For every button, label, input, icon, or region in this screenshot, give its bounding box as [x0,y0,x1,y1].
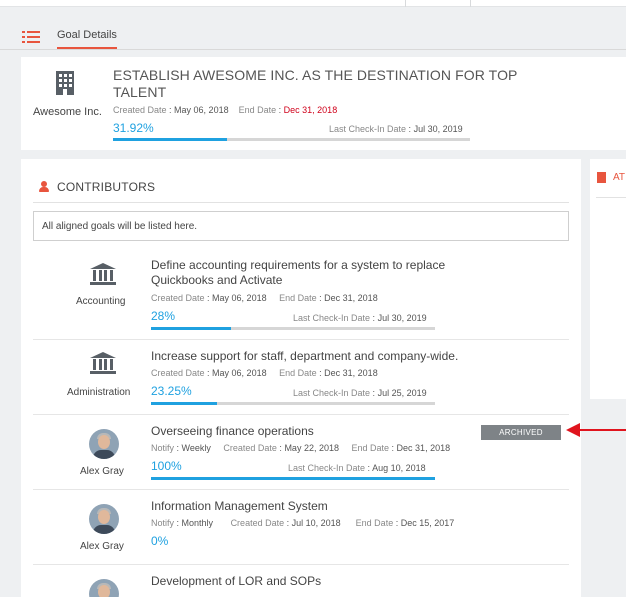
contributor-goal-title[interactable]: Information Management System [151,499,481,514]
top-strip [0,0,626,7]
contributor-progress-fill [151,402,218,405]
person-icon [39,181,49,192]
contributor-progress-percent: 0% [151,534,169,548]
contributor-progress-bar [151,327,435,330]
goal-dates: Created Date : May 06, 2018 End Date : D… [113,105,338,115]
contributor-dates: Notify : Weekly Created Date : May 22, 2… [151,443,451,453]
contributors-header: CONTRIBUTORS [33,179,569,203]
building-icon [56,71,74,95]
top-divider [405,0,406,7]
annotation-arrow-icon [566,423,626,437]
contributor-owner: Administration [67,387,131,398]
contributor-owner: Alex Gray [80,541,124,552]
bank-icon [90,263,116,285]
contributor-dates: Created Date : May 06, 2018 End Date : D… [151,368,378,378]
goal-progress-bar [113,138,470,141]
contributor-progress-percent: 100% [151,459,182,473]
contributor-progress-percent: 23.25% [151,384,192,398]
goal-progress-percent: 31.92% [113,121,154,135]
contributor-row[interactable]: Accounting Define accounting requirement… [33,251,569,340]
contributor-checkin-date: Last Check-In Date : Jul 25, 2019 [293,388,427,398]
top-divider [470,0,471,7]
contributors-panel: CONTRIBUTORS All aligned goals will be l… [21,159,581,597]
file-icon [597,172,606,183]
tab-goal-details[interactable]: Goal Details [57,29,117,49]
avatar [89,504,119,534]
goal-card: Awesome Inc. ESTABLISH AWESOME INC. AS T… [21,57,626,150]
attachments-divider [596,197,626,198]
contributor-row[interactable]: Administration Increase support for staf… [33,340,569,415]
contributor-progress-fill [151,327,231,330]
contributor-progress-bar [151,402,435,405]
goal-owner: Awesome Inc. [33,106,102,118]
avatar [89,429,119,459]
contributor-goal-title[interactable]: Development of LOR and SOPs [151,574,481,589]
contributor-owner: Accounting [76,296,126,307]
contributor-goal-title[interactable]: Define accounting requirements for a sys… [151,258,481,288]
attachments-panel: AT [590,159,626,399]
avatar [89,579,119,597]
contributors-title: CONTRIBUTORS [57,180,156,194]
contributor-goal-title[interactable]: Overseeing finance operations [151,424,481,439]
contributor-progress-percent: 28% [151,309,176,323]
bank-icon [90,352,116,374]
contributor-checkin-date: Last Check-In Date : Jul 30, 2019 [293,313,427,323]
contributor-owner: Alex Gray [80,466,124,477]
contributor-progress-bar [151,477,435,480]
goal-title[interactable]: ESTABLISH AWESOME INC. AS THE DESTINATIO… [113,67,523,101]
list-icon[interactable] [22,30,40,44]
goal-checkin-date: Last Check-In Date : Jul 30, 2019 [329,124,463,134]
archived-badge: ARCHIVED [481,425,561,440]
contributor-dates: Notify : Monthly Created Date : Jul 10, … [151,518,455,528]
goal-progress-fill [113,138,227,141]
contributor-row[interactable]: Development of LOR and SOPs [33,565,569,597]
contributor-dates: Created Date : May 06, 2018 End Date : D… [151,293,378,303]
tab-bar: Goal Details [0,22,626,50]
contributor-progress-fill [151,477,435,480]
contributor-checkin-date: Last Check-In Date : Aug 10, 2018 [288,463,426,473]
aligned-goals-notice: All aligned goals will be listed here. [33,211,569,241]
attachments-title: AT [613,172,626,183]
contributor-goal-title[interactable]: Increase support for staff, department a… [151,349,481,364]
contributor-row[interactable]: Alex Gray Information Management System … [33,490,569,565]
